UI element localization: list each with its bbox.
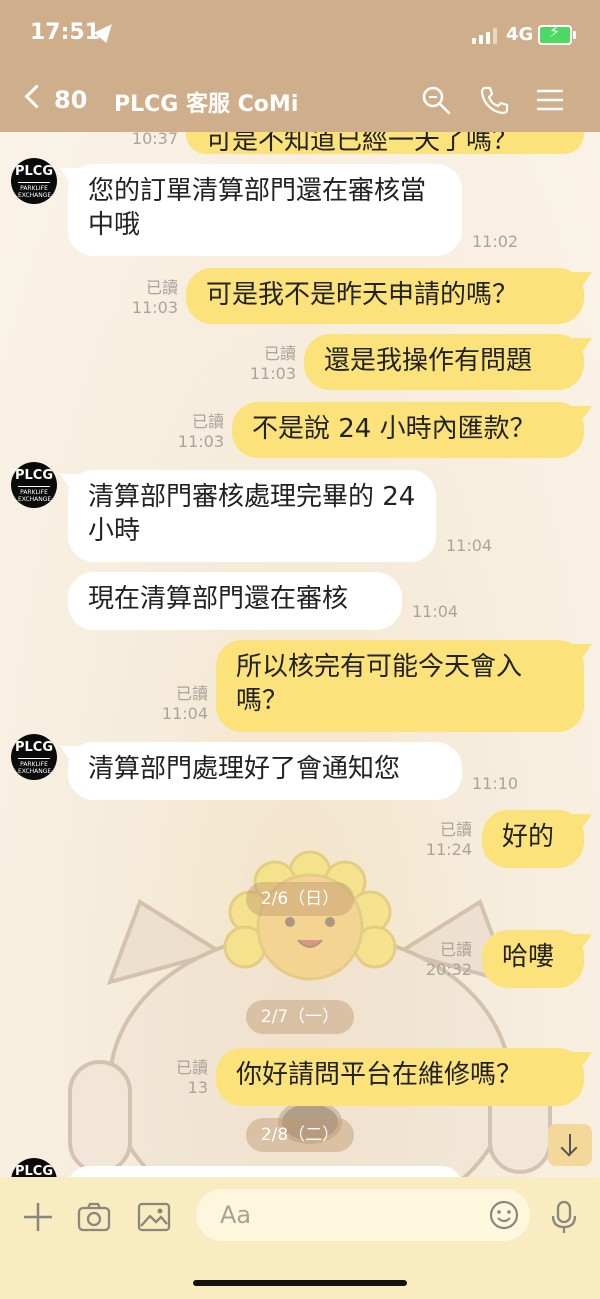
- chat-area[interactable]: 可是不知道已經一天了嗎？ 10:37 PLCG PARKLIFE EXCHANGE…: [0, 132, 600, 1177]
- message-time: 11:04: [412, 602, 459, 621]
- network-type: 4G: [506, 24, 534, 45]
- image-icon[interactable]: [136, 1199, 172, 1235]
- message-input-placeholder: Aa: [220, 1201, 252, 1229]
- message-text: 清算部門審核處理完畢的 24 小時: [88, 482, 416, 546]
- chat-title: PLCG 客服 CoMi: [114, 92, 299, 117]
- phone-icon[interactable]: [478, 84, 510, 116]
- message-text: 清算部門處理好了會通知您: [88, 754, 401, 784]
- message-time: 11:04: [446, 536, 493, 555]
- menu-icon[interactable]: [534, 84, 566, 116]
- message-text: 好的: [502, 822, 555, 852]
- date-separator: 2/8（二）: [246, 1118, 354, 1152]
- plus-icon[interactable]: [20, 1199, 56, 1235]
- message-bubble-outgoing[interactable]: 你好請問平台在維修嗎？: [216, 1048, 584, 1106]
- unread-count: 80: [54, 86, 88, 114]
- message-input[interactable]: Aa: [196, 1189, 530, 1241]
- message-bubble-outgoing[interactable]: 可是我不是昨天申請的嗎？: [186, 268, 584, 324]
- message-text: 還是我操作有問題: [324, 346, 533, 376]
- top-bar: 17:51 4G ⚡ 80 PLCG 客服 CoMi: [0, 0, 600, 132]
- message-text: 不是說 24 小時內匯款？: [252, 414, 536, 444]
- message-bubble-outgoing[interactable]: 好的: [482, 810, 584, 868]
- message-time: 10:37: [131, 132, 178, 148]
- message-bubble-outgoing[interactable]: 哈嘍: [482, 930, 584, 988]
- message-read-status: 已讀 11:03: [131, 278, 178, 317]
- mic-icon[interactable]: [546, 1199, 582, 1235]
- date-separator: 2/6（日）: [246, 882, 354, 916]
- message-read-status: 已讀 11:04: [161, 684, 208, 723]
- scroll-to-bottom-button[interactable]: [548, 1124, 592, 1166]
- status-time: 17:51: [30, 20, 101, 45]
- message-text: 所以核完有可能今天會入嗎？: [236, 652, 523, 716]
- date-separator: 2/7（一）: [246, 1000, 354, 1034]
- message-read-status: 已讀 11:24: [425, 820, 472, 859]
- message-text: 現在清算部門還在審核: [88, 584, 349, 614]
- avatar[interactable]: PLCG PARKLIFE EXCHANGE: [11, 734, 57, 780]
- charging-icon: ⚡: [549, 22, 561, 41]
- avatar[interactable]: PLCG PARKLIFE EXCHANGE: [11, 462, 57, 508]
- message-bubble-incoming[interactable]: 清算部門處理好了會通知您: [68, 742, 462, 800]
- message-bubble-incoming[interactable]: [68, 1166, 462, 1177]
- message-read-status: 已讀 13: [175, 1058, 208, 1097]
- signal-icon: [472, 28, 500, 44]
- message-read-status: 已讀 11:03: [249, 344, 296, 383]
- message-text: 可是我不是昨天申請的嗎？: [206, 280, 519, 310]
- message-text: 哈嘍: [502, 942, 555, 972]
- message-bubble-incoming[interactable]: 現在清算部門還在審核: [68, 572, 402, 630]
- camera-icon[interactable]: [76, 1199, 112, 1235]
- message-bubble-outgoing[interactable]: 還是我操作有問題: [304, 334, 584, 390]
- message-bubble-outgoing[interactable]: 可是不知道已經一天了嗎？: [186, 132, 584, 156]
- message-text: 你好請問平台在維修嗎？: [236, 1060, 523, 1090]
- message-bubble-outgoing[interactable]: 不是說 24 小時內匯款？: [232, 402, 584, 458]
- message-time: 11:10: [472, 774, 519, 793]
- message-text: 您的訂單清算部門還在審核當中哦: [88, 176, 427, 240]
- message-time: 11:02: [472, 232, 519, 251]
- home-indicator[interactable]: [193, 1280, 407, 1286]
- emoji-icon[interactable]: [488, 1199, 520, 1231]
- message-bubble-outgoing[interactable]: 所以核完有可能今天會入嗎？: [216, 640, 584, 732]
- avatar[interactable]: PLCG PARKLIFE EXCHANGE: [11, 158, 57, 204]
- message-bubble-incoming[interactable]: 清算部門審核處理完畢的 24 小時: [68, 470, 436, 562]
- message-bubble-incoming[interactable]: 您的訂單清算部門還在審核當中哦: [68, 164, 462, 256]
- message-read-status: 已讀 11:03: [177, 412, 224, 451]
- message-read-status: 已讀 20:32: [425, 940, 472, 979]
- chevron-left-icon: [24, 84, 49, 109]
- search-icon[interactable]: [420, 84, 452, 116]
- message-text: 可是不知道已經一天了嗎？: [206, 132, 519, 156]
